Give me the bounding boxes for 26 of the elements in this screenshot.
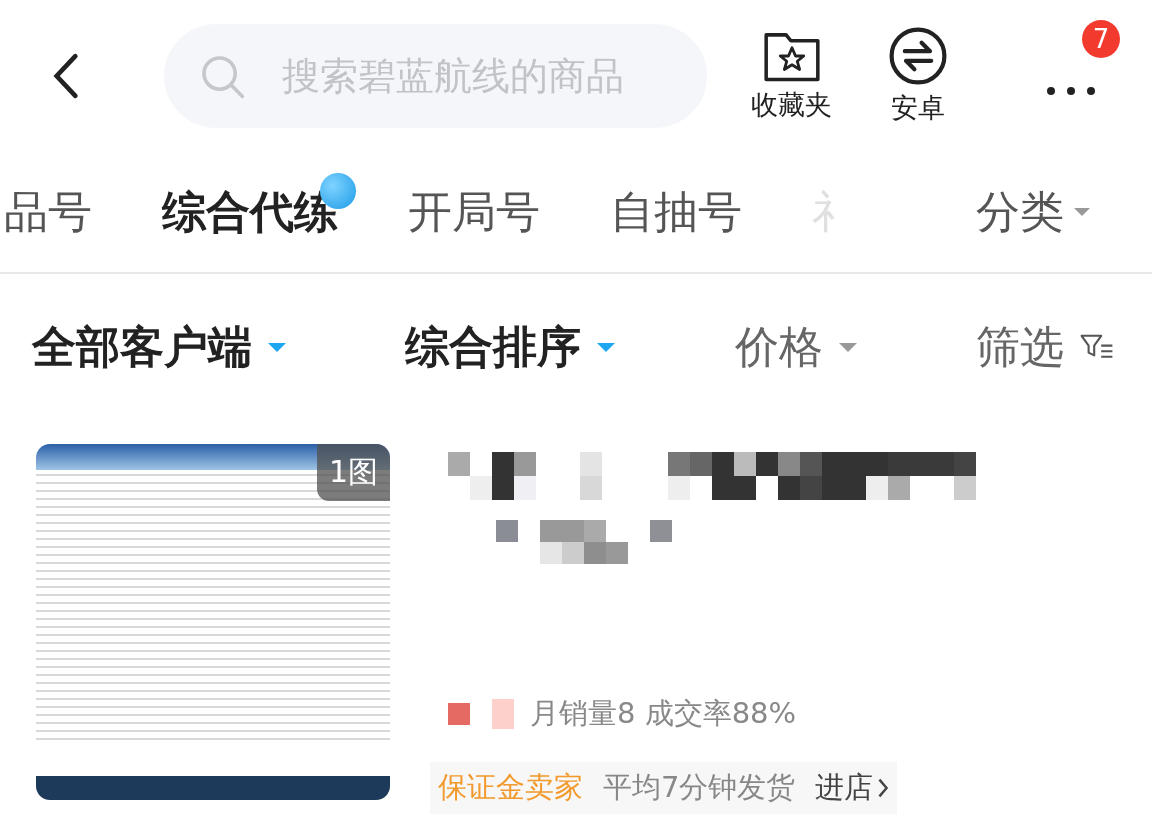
sort-filter-button[interactable]: 综合排序	[405, 317, 616, 377]
android-button[interactable]: 安卓	[888, 26, 948, 126]
filter-icon	[1080, 333, 1114, 361]
seller-tag: 保证金卖家	[438, 768, 583, 808]
chevron-right-icon	[877, 777, 890, 799]
delivery-time-text: 平均7分钟发货	[603, 769, 796, 806]
category-dropdown[interactable]: 分类	[976, 182, 1090, 242]
favorites-button[interactable]: 收藏夹	[751, 29, 832, 123]
photo-placeholder[interactable]: 1图	[36, 444, 390, 800]
caret-icon	[597, 342, 616, 352]
swap-arrows-icon	[888, 26, 948, 86]
sort-filter-button[interactable]: 筛选	[976, 317, 1114, 377]
caret-icon	[268, 342, 286, 352]
sales-stats-text: 月销量8 成交率88%	[530, 695, 797, 732]
caret-icon	[838, 342, 857, 352]
category-tab[interactable]: 开局号	[408, 172, 540, 252]
notification-badge: 7	[1082, 20, 1120, 58]
sort-filter-button[interactable]: 价格	[734, 317, 857, 377]
image-count-badge: 1图	[316, 444, 390, 501]
category-tab[interactable]: 品号	[4, 172, 92, 252]
sort-filter-button[interactable]: 全部客户端	[32, 317, 286, 377]
more-dots-icon	[1046, 86, 1096, 96]
category-tab[interactable]: 自抽号	[610, 172, 742, 252]
back-icon[interactable]	[52, 52, 80, 100]
caret-icon	[1074, 208, 1090, 216]
enter-shop-link[interactable]: 进店	[815, 768, 890, 808]
